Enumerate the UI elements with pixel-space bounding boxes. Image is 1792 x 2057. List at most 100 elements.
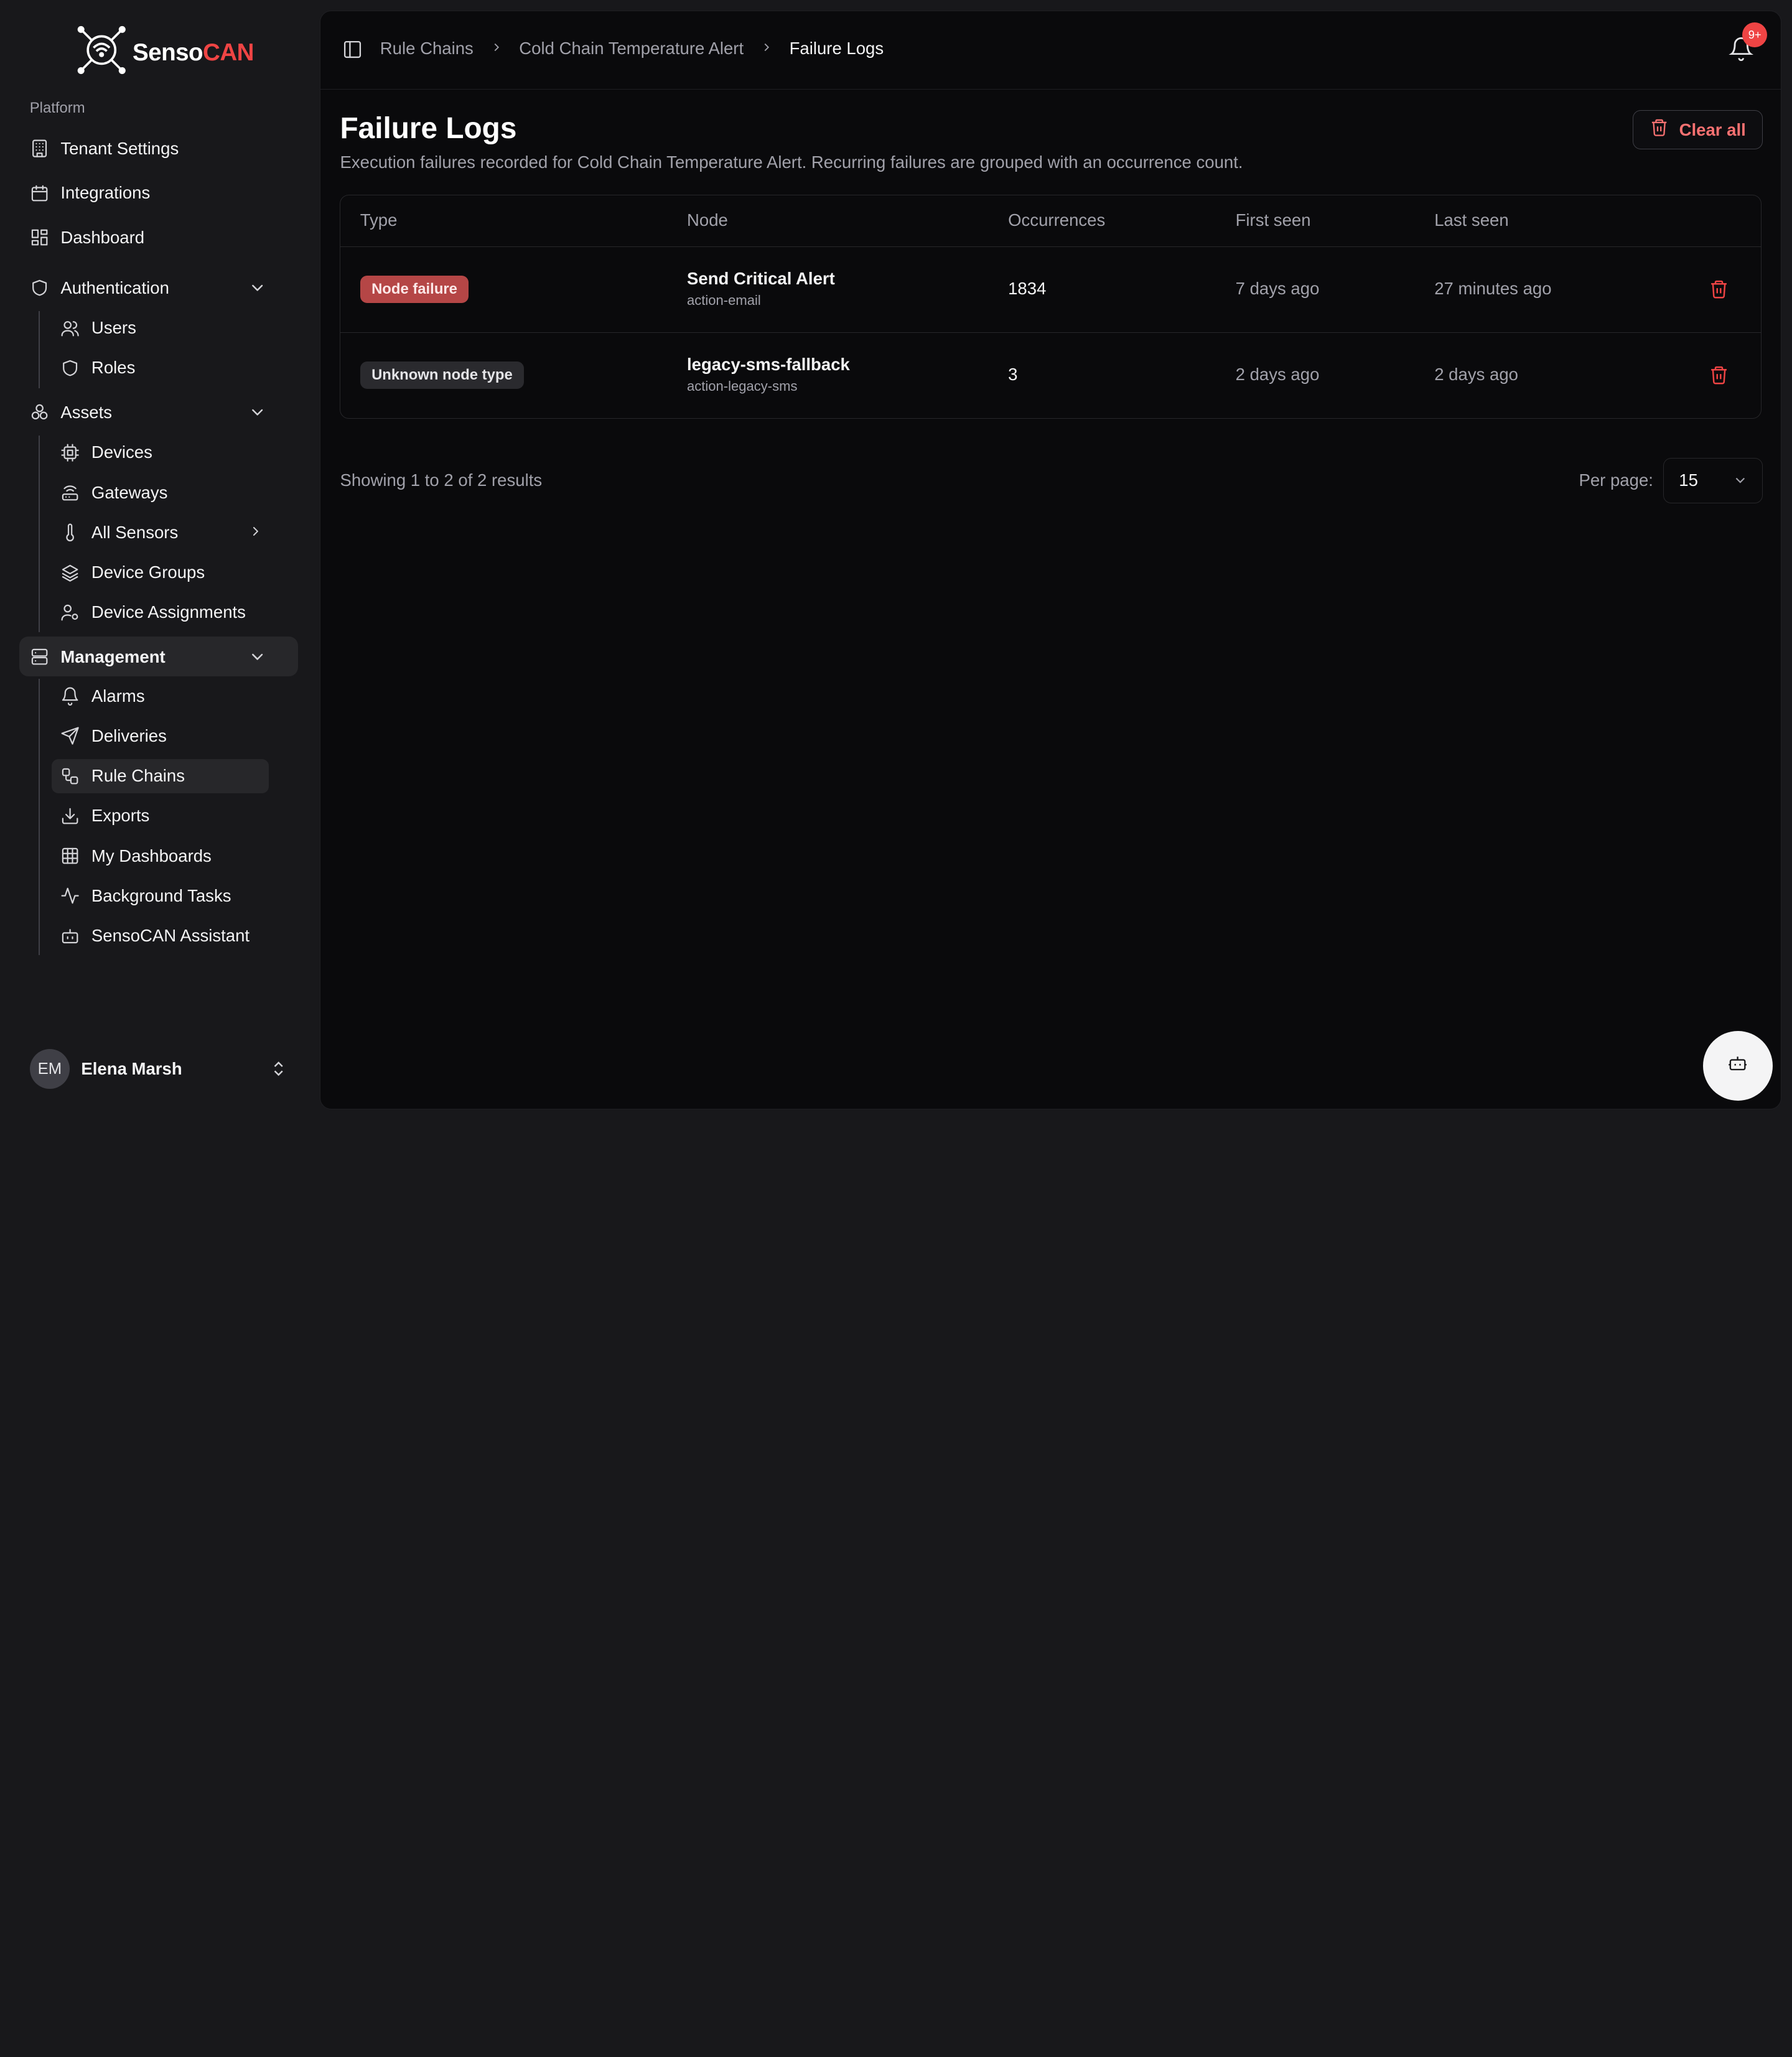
sidebar-toggle-icon[interactable] [342,39,363,60]
sidebar-group-management[interactable]: Management [30,638,299,676]
logo[interactable]: SensoCAN [75,25,254,80]
sidebar-item-device-assignments[interactable]: Device Assignments [60,593,246,632]
notification-badge: 9+ [1742,22,1768,48]
router-icon [60,483,80,502]
occurrences: 1834 [1008,279,1047,299]
breadcrumb: Rule Chains Cold Chain Temperature Alert… [380,39,884,58]
sidebar-item-label: Device Groups [91,562,205,582]
sidebar-item-label: Alarms [91,686,145,706]
per-page-select[interactable]: 15 [1663,457,1763,504]
activity-icon [60,886,80,905]
column-header-last-seen: Last seen [1434,210,1509,230]
sidebar-item-label: Device Assignments [91,602,246,622]
submenu-line [39,310,40,389]
breadcrumb-rule-chains[interactable]: Rule Chains [380,39,474,58]
sidebar-item-label: Background Tasks [91,885,231,905]
sidebar-item-alarms[interactable]: Alarms [60,676,145,715]
sidebar-item-all-sensors[interactable]: All Sensors [60,513,266,552]
sidebar-item-label: Deliveries [91,725,167,745]
breadcrumb-rule-chain[interactable]: Cold Chain Temperature Alert [519,39,744,58]
sidebar-group-authentication[interactable]: Authentication [30,269,299,307]
sidebar-item-my-dashboards[interactable]: My Dashboards [60,836,212,875]
sidebar-item-dashboard[interactable]: Dashboard [30,218,144,257]
user-name: Elena Marsh [81,1059,182,1079]
node-id: action-email [687,292,761,309]
breadcrumb-current: Failure Logs [789,38,884,58]
sidebar-item-exports[interactable]: Exports [60,796,149,835]
sidebar-item-label: SensoCAN Assistant [91,926,250,946]
dashboard-icon [30,228,49,247]
app: SensoCAN Platform Tenant Settings Integr… [0,0,1792,1120]
sidebar-item-device-groups[interactable]: Device Groups [60,553,205,592]
node-id: action-legacy-sms [687,378,798,394]
shield-icon [30,278,49,297]
bot-icon [60,926,80,946]
failure-logs-table: Type Node Occurrences First seen Last se… [340,195,1762,419]
sidebar-item-label: Integrations [60,183,151,203]
column-header-first-seen: First seen [1235,210,1311,230]
sidebar-item-roles[interactable]: Roles [60,348,135,387]
per-page-value: 15 [1679,470,1698,490]
download-icon [60,806,80,826]
table-header: Type Node Occurrences First seen Last se… [340,195,1762,247]
sidebar-group-label: Management [60,647,166,667]
type-badge: Node failure [360,275,469,303]
sidebar-item-label: My Dashboards [91,846,212,865]
type-badge: Unknown node type [360,361,525,389]
logo-icon [75,25,128,80]
layers-icon [60,563,80,582]
clear-all-button[interactable]: Clear all [1632,110,1763,149]
table-row[interactable]: Unknown node type legacy-sms-fallback ac… [340,333,1761,419]
sidebar-item-deliveries[interactable]: Deliveries [60,717,167,755]
user-menu[interactable]: EM Elena Marsh [29,1049,182,1089]
calendar-icon [30,184,49,203]
sidebar-item-background-tasks[interactable]: Background Tasks [60,877,231,915]
node-name: Send Critical Alert [687,268,835,288]
thermometer-icon [60,523,80,542]
sidebar-group-assets[interactable]: Assets [30,393,299,432]
logo-text-part2: CAN [203,39,254,66]
shield-icon [60,358,80,378]
chevron-right-icon [248,523,266,541]
sidebar-item-gateways[interactable]: Gateways [60,473,167,511]
chevron-down-icon [248,648,266,666]
sidebar-item-integrations[interactable]: Integrations [30,174,151,212]
node-name: legacy-sms-fallback [687,354,850,374]
send-icon [60,726,80,745]
users-icon [60,319,80,338]
sidebar-item-label: Rule Chains [91,766,185,786]
sidebar: SensoCAN Platform Tenant Settings Integr… [0,0,318,1120]
sidebar-item-label: Dashboard [60,228,145,248]
sidebar-item-devices[interactable]: Devices [60,433,152,472]
table-row[interactable]: Node failure Send Critical Alert action-… [340,247,1762,333]
boxes-icon [30,403,49,422]
delete-row-trash-icon[interactable] [1709,365,1729,385]
section-label-platform: Platform [29,99,85,116]
delete-row-trash-icon[interactable] [1709,279,1729,299]
user-cog-icon [60,603,80,622]
sidebar-item-label: Devices [91,442,152,462]
results-summary: Showing 1 to 2 of 2 results [340,470,543,490]
topbar: Rule Chains Cold Chain Temperature Alert… [320,11,1781,90]
chevron-down-icon [248,279,266,297]
sidebar-item-rule-chains[interactable]: Rule Chains [60,757,185,795]
sidebar-item-label: Users [91,318,136,338]
trash-icon [1650,118,1669,141]
chevrons-up-down-icon[interactable] [269,1060,287,1083]
first-seen: 2 days ago [1235,365,1320,385]
column-header-type: Type [360,210,398,230]
building-icon [30,139,49,158]
logo-text-part1: Senso [133,39,203,66]
last-seen: 2 days ago [1434,365,1518,385]
sidebar-item-sensocan-assistant[interactable]: SensoCAN Assistant [60,917,250,955]
assistant-bot-button[interactable] [1702,1030,1773,1101]
sidebar-item-label: All Sensors [91,522,179,542]
chevron-right-icon [490,39,503,58]
grid-icon [60,846,80,865]
sidebar-item-tenant-settings[interactable]: Tenant Settings [30,129,179,168]
clear-all-label: Clear all [1679,119,1746,139]
sidebar-item-users[interactable]: Users [60,309,136,347]
per-page-label: Per page: [1579,470,1653,490]
chevron-down-icon [248,403,266,421]
server-icon [30,647,49,666]
